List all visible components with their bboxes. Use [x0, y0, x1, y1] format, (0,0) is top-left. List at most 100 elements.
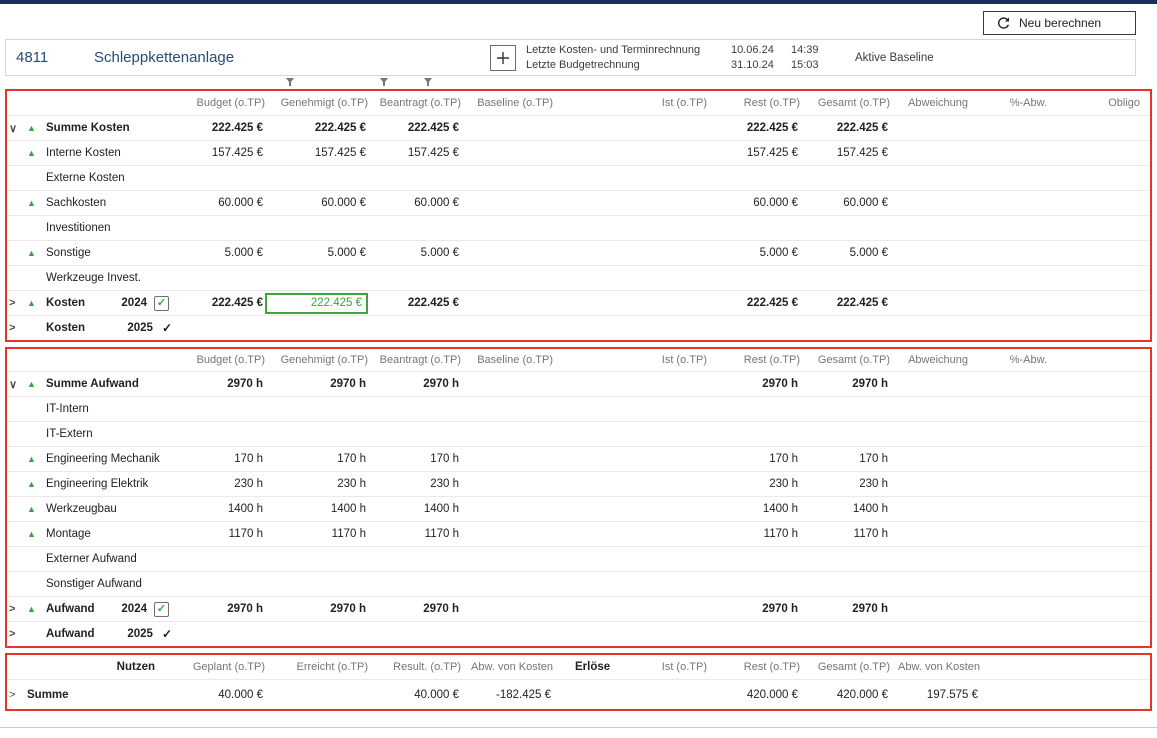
cell-gesamt[interactable] [800, 397, 890, 421]
cell-genehmigt[interactable]: 60.000 € [265, 191, 368, 215]
filter-icon[interactable] [423, 77, 433, 87]
cell-budget[interactable]: 2970 h [172, 372, 265, 396]
cell-rest[interactable]: 1170 h [707, 522, 800, 546]
cell-pabw[interactable] [968, 241, 1047, 265]
cell-genehmigt[interactable]: 222.425 € [265, 293, 368, 314]
cell-rest[interactable] [707, 166, 800, 190]
column-header-genehmigt[interactable]: Genehmigt (o.TP) [265, 349, 368, 371]
cell-abweichung[interactable] [890, 622, 968, 646]
cell-beantragt[interactable]: 170 h [368, 447, 461, 471]
cell-obligo[interactable] [1047, 316, 1140, 340]
cell-ist[interactable] [553, 422, 707, 446]
column-header-ist[interactable]: Ist (o.TP) [615, 655, 707, 679]
cell-pabw[interactable] [968, 291, 1047, 315]
column-header-erreicht[interactable]: Erreicht (o.TP) [265, 655, 368, 679]
effort-row[interactable]: ▲ Engineering Elektrik ✓ ✓ 230 h 230 h 2… [7, 471, 1150, 496]
cell-beantragt[interactable] [368, 316, 461, 340]
cell-abweichung[interactable] [890, 522, 968, 546]
cell-baseline[interactable] [461, 622, 553, 646]
cell-genehmigt[interactable]: 170 h [265, 447, 368, 471]
cell-ist[interactable] [553, 241, 707, 265]
cell-abweichung[interactable] [890, 472, 968, 496]
cell-geplant[interactable]: 40.000 € [155, 680, 265, 709]
cell-budget[interactable] [172, 266, 265, 290]
cell-baseline[interactable] [461, 116, 553, 140]
cell-genehmigt[interactable]: 157.425 € [265, 141, 368, 165]
effort-row[interactable]: > Aufwand 2025 ✓ ✓ [7, 621, 1150, 646]
cell-genehmigt[interactable] [265, 266, 368, 290]
filter-icon[interactable] [379, 77, 389, 87]
cost-row[interactable]: Externe Kosten ✓ ✓ [7, 165, 1150, 190]
effort-row[interactable]: Sonstiger Aufwand ✓ ✓ [7, 571, 1150, 596]
cell-pabw[interactable] [968, 316, 1047, 340]
cell-rest[interactable] [707, 422, 800, 446]
cell-gesamt[interactable] [800, 316, 890, 340]
effort-row[interactable]: ∨ ▲ Summe Aufwand ✓ ✓ 2970 h 2970 h 2970… [7, 371, 1150, 396]
cell-beantragt[interactable] [368, 547, 461, 571]
cost-row[interactable]: > ▲ Kosten 2024 ✓ ✓ 222.425 € 222.425 € … [7, 290, 1150, 315]
cell-budget[interactable] [172, 622, 265, 646]
cell-pabw[interactable] [968, 266, 1047, 290]
cell-ist[interactable] [553, 191, 707, 215]
cell-gesamt[interactable] [800, 422, 890, 446]
cost-row[interactable]: > Kosten 2025 ✓ ✓ [7, 315, 1150, 340]
cell-budget[interactable] [172, 397, 265, 421]
cell-beantragt[interactable]: 1400 h [368, 497, 461, 521]
cell-abweichung[interactable] [890, 166, 968, 190]
cell-rest[interactable] [707, 316, 800, 340]
column-header-baseline[interactable]: Baseline (o.TP) [461, 91, 553, 115]
cell-obligo[interactable] [1047, 266, 1140, 290]
column-header-gesamt[interactable]: Gesamt (o.TP) [800, 655, 890, 679]
cell-genehmigt[interactable]: 1170 h [265, 522, 368, 546]
column-header-pabw[interactable]: %-Abw. [968, 349, 1047, 371]
column-header-budget[interactable]: Budget (o.TP) [172, 349, 265, 371]
cell-budget[interactable]: 1400 h [172, 497, 265, 521]
effort-row[interactable]: ▲ Werkzeugbau ✓ ✓ 1400 h 1400 h 1400 h 1… [7, 496, 1150, 521]
cell-rest[interactable] [707, 266, 800, 290]
column-header-gesamt[interactable]: Gesamt (o.TP) [800, 349, 890, 371]
cell-pabw[interactable] [968, 622, 1047, 646]
cell-beantragt[interactable] [368, 572, 461, 596]
cell-ist[interactable] [553, 291, 707, 315]
cell-genehmigt[interactable] [265, 622, 368, 646]
cell-rest[interactable]: 170 h [707, 447, 800, 471]
cell-pabw[interactable] [968, 522, 1047, 546]
effort-row[interactable]: IT-Intern ✓ ✓ [7, 396, 1150, 421]
cell-result[interactable]: 40.000 € [368, 680, 461, 709]
cell-baseline[interactable] [461, 397, 553, 421]
expand-chevron-icon[interactable]: > [9, 628, 27, 640]
cell-pabw[interactable] [968, 397, 1047, 421]
cell-gesamt[interactable]: 230 h [800, 472, 890, 496]
cell-pabw[interactable] [968, 372, 1047, 396]
cell-abweichung[interactable] [890, 141, 968, 165]
cost-row[interactable]: Investitionen ✓ ✓ [7, 215, 1150, 240]
cell-gesamt[interactable] [800, 622, 890, 646]
column-header-nutzen[interactable]: Nutzen [9, 655, 155, 679]
cell-gesamt[interactable]: 60.000 € [800, 191, 890, 215]
cell-rest[interactable] [707, 622, 800, 646]
cell-gesamt[interactable]: 170 h [800, 447, 890, 471]
cell-obligo[interactable] [1047, 241, 1140, 265]
cell-ist[interactable] [553, 597, 707, 621]
cell-abweichung[interactable] [890, 291, 968, 315]
cell-beantragt[interactable] [368, 166, 461, 190]
cell-baseline[interactable] [461, 597, 553, 621]
column-header-rest[interactable]: Rest (o.TP) [707, 349, 800, 371]
cost-row[interactable]: ∨ ▲ Summe Kosten ✓ ✓ 222.425 € 222.425 €… [7, 115, 1150, 140]
cell-ist[interactable] [553, 522, 707, 546]
cell-gesamt[interactable] [800, 572, 890, 596]
cell-pabw[interactable] [968, 216, 1047, 240]
cell-beantragt[interactable]: 5.000 € [368, 241, 461, 265]
cell-rest[interactable]: 157.425 € [707, 141, 800, 165]
cell-beantragt[interactable]: 222.425 € [368, 291, 461, 315]
cell-budget[interactable] [172, 422, 265, 446]
cell-baseline[interactable] [461, 472, 553, 496]
cell-beantragt[interactable]: 230 h [368, 472, 461, 496]
cell-abweichung[interactable] [890, 572, 968, 596]
cell-rest[interactable]: 420.000 € [707, 680, 800, 709]
cell-rest[interactable]: 60.000 € [707, 191, 800, 215]
cell-gesamt[interactable]: 2970 h [800, 372, 890, 396]
cell-beantragt[interactable] [368, 397, 461, 421]
cell-baseline[interactable] [461, 422, 553, 446]
cell-gesamt[interactable] [800, 266, 890, 290]
